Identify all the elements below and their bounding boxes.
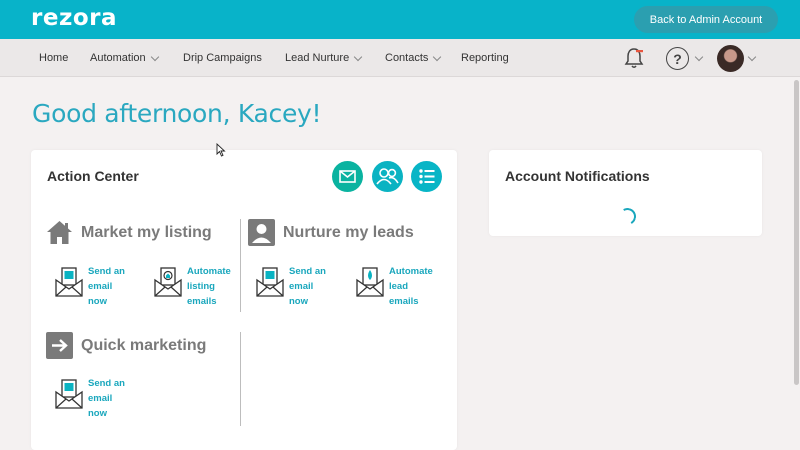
envelope-quick-icon [55, 379, 83, 409]
envelope-listing-icon [55, 267, 83, 297]
top-bar: rezora Back to Admin Account [0, 0, 800, 39]
quick-send-email-action[interactable]: Send an email now [54, 376, 144, 424]
nav-reporting[interactable]: Reporting [461, 39, 509, 77]
list-button[interactable] [411, 161, 442, 192]
nav-home[interactable]: Home [39, 39, 68, 77]
app-logo[interactable]: rezora [31, 5, 117, 31]
market-listing-title: Market my listing [81, 224, 212, 241]
action-label-line: listing [187, 281, 215, 292]
action-label-line: Send an [88, 378, 125, 389]
envelope-drop-icon [356, 267, 384, 297]
nav-reporting-label: Reporting [461, 52, 509, 64]
email-button[interactable] [332, 161, 363, 192]
action-center-title: Action Center [47, 168, 139, 184]
envelope-lead-icon [256, 267, 284, 297]
people-icon [376, 168, 399, 185]
nav-lead-nurture[interactable]: Lead Nurture [285, 39, 363, 77]
list-icon [419, 169, 435, 184]
contacts-button[interactable] [372, 161, 403, 192]
action-label-line: Send an [289, 266, 326, 277]
action-label-line: now [289, 296, 308, 307]
market-send-email-action[interactable]: Send an email now [54, 264, 144, 312]
nurture-leads-title: Nurture my leads [283, 224, 414, 241]
action-label-line: now [88, 408, 107, 419]
action-label-line: now [88, 296, 107, 307]
greeting-title: Good afternoon, Kacey! [32, 99, 322, 128]
nav-drip-campaigns[interactable]: Drip Campaigns [183, 39, 262, 77]
action-label: Send an email now [88, 264, 144, 309]
action-center-card: Action Center Market my listing Send an … [31, 150, 457, 450]
house-icon [47, 221, 72, 244]
action-label-line: emails [187, 296, 217, 307]
nav-automation-label: Automation [90, 52, 146, 64]
arrow-right-icon [46, 332, 73, 359]
envelope-icon [339, 170, 356, 183]
chevron-down-icon [150, 52, 159, 61]
mouse-cursor-icon [216, 143, 226, 157]
action-label-line: Automate [187, 266, 231, 277]
envelope-automate-listing-icon [154, 267, 182, 297]
action-label-line: email [88, 393, 113, 404]
action-label-line: Automate [389, 266, 433, 277]
action-label-line: email [88, 281, 113, 292]
action-label: Automate listing emails [187, 264, 243, 309]
quick-marketing-title: Quick marketing [81, 337, 207, 354]
nav-drip-campaigns-label: Drip Campaigns [183, 52, 262, 64]
account-notifications-title: Account Notifications [505, 168, 650, 184]
nav-contacts-label: Contacts [385, 52, 429, 64]
person-icon [248, 219, 275, 246]
nurture-automate-emails-action[interactable]: Automate lead emails [355, 264, 445, 312]
nav-contacts[interactable]: Contacts [385, 39, 442, 77]
back-to-admin-button[interactable]: Back to Admin Account [634, 6, 778, 33]
user-avatar[interactable] [717, 45, 744, 72]
divider [240, 219, 241, 312]
action-label: Send an email now [88, 376, 144, 421]
nav-home-label: Home [39, 52, 69, 64]
market-automate-emails-action[interactable]: Automate listing emails [153, 264, 243, 312]
bell-icon[interactable] [623, 46, 645, 70]
nav-lead-nurture-label: Lead Nurture [285, 52, 350, 64]
action-label: Send an email now [289, 264, 345, 309]
action-label-line: lead [389, 281, 409, 292]
nav-automation[interactable]: Automation [90, 39, 159, 77]
page-scrollbar-thumb[interactable] [794, 80, 799, 385]
chevron-down-icon [353, 52, 363, 61]
nurture-send-email-action[interactable]: Send an email now [255, 264, 345, 312]
divider [240, 332, 241, 426]
chevron-down-icon [433, 52, 442, 61]
help-icon[interactable]: ? [666, 47, 689, 70]
action-label-line: email [289, 281, 314, 292]
action-label-line: emails [389, 296, 419, 307]
action-label: Automate lead emails [389, 264, 445, 309]
action-label-line: Send an [88, 266, 125, 277]
